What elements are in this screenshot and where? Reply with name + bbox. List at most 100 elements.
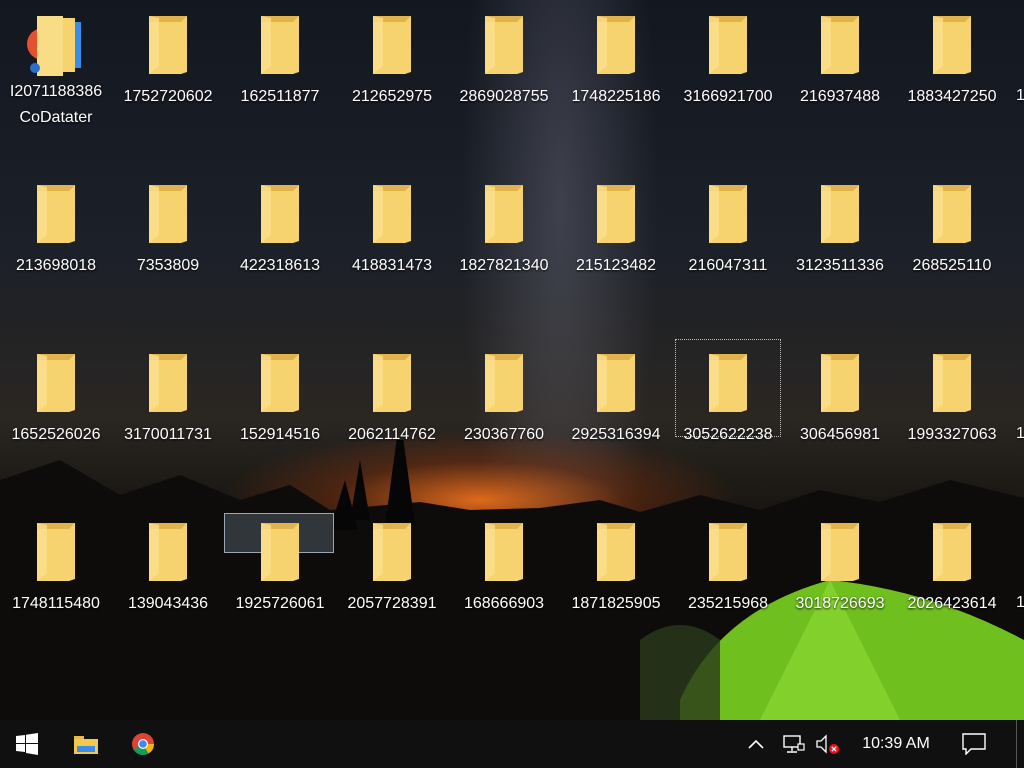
show-desktop-button[interactable] xyxy=(1016,720,1024,768)
folder-item[interactable]: 7353809 xyxy=(114,169,222,309)
folder-item[interactable]: 215123482 xyxy=(562,169,670,309)
folder-item[interactable]: 139043436 xyxy=(114,507,222,647)
icon-label: 152914516 xyxy=(239,426,321,443)
folder-item[interactable]: 1883427250 xyxy=(898,0,1006,140)
file-explorer-button[interactable] xyxy=(62,720,110,768)
action-center-button[interactable] xyxy=(950,720,998,768)
desktop[interactable]: I2071188386 CoDatater 1752720602 162511877 2… xyxy=(0,0,1024,720)
folder-icon xyxy=(483,14,525,76)
folder-icon xyxy=(595,521,637,583)
folder-item[interactable]: 213698018 xyxy=(2,169,110,309)
folder-item[interactable]: 2925316394 xyxy=(562,338,670,478)
folder-item[interactable]: 216047311 xyxy=(674,169,782,309)
folder-icon xyxy=(371,14,413,76)
folder-icon xyxy=(259,521,301,583)
folder-icon xyxy=(483,521,525,583)
folder-item[interactable]: 2062114762 xyxy=(338,338,446,478)
start-button[interactable] xyxy=(3,720,51,768)
icon-label: 2057728391 xyxy=(347,595,437,612)
taskbar: 10:39 AM xyxy=(0,720,1024,768)
icon-label: 2062114762 xyxy=(348,426,436,443)
icon-label: 1748115480 xyxy=(12,595,100,612)
folder-item[interactable]: 2026423614 xyxy=(898,507,1006,647)
folder-icon xyxy=(147,521,189,583)
icon-label: 1993327063 xyxy=(907,426,997,443)
folder-item[interactable]: 1871825905 xyxy=(562,507,670,647)
folder-icon xyxy=(707,183,749,245)
folder-item[interactable]: 235215968 xyxy=(674,507,782,647)
folder-item[interactable]: 3166921700 xyxy=(674,0,782,140)
icon-label: 212652975 xyxy=(351,88,433,105)
folder-icon xyxy=(371,521,413,583)
folder-item[interactable]: 3123511336 xyxy=(786,169,894,309)
icon-label: 230367760 xyxy=(463,426,545,443)
icon-label: 1652526026 xyxy=(11,426,101,443)
folder-icon xyxy=(35,521,77,583)
icon-label: 422318613 xyxy=(239,257,321,274)
icon-label: 2925316394 xyxy=(571,426,661,443)
folder-item[interactable]: 306456981 xyxy=(786,338,894,478)
icon-label: 1883427250 xyxy=(907,88,997,105)
folder-item[interactable]: 3170011731 xyxy=(114,338,222,478)
folder-item[interactable]: 162511877 xyxy=(226,0,334,140)
folder-item[interactable]: 1993327063 xyxy=(898,338,1006,478)
folder-item[interactable]: 1748225186 xyxy=(562,0,670,140)
folder-item[interactable]: 1748115480 xyxy=(2,507,110,647)
folder-icon xyxy=(371,183,413,245)
desktop-shortcut[interactable]: I2071188386 CoDatater xyxy=(2,0,110,140)
folder-icon xyxy=(931,14,973,76)
folder-icon xyxy=(147,183,189,245)
folder-icon xyxy=(707,352,749,414)
volume-button[interactable] xyxy=(808,720,848,768)
folder-icon xyxy=(931,352,973,414)
network-icon xyxy=(783,735,805,753)
icon-label: 216047311 xyxy=(688,257,768,274)
offscreen-label-fragment: 1 xyxy=(1016,594,1024,611)
folder-item[interactable]: 152914516 xyxy=(226,338,334,478)
folder-item[interactable]: 230367760 xyxy=(450,338,558,478)
icon-label: 139043436 xyxy=(127,595,209,612)
folder-item[interactable]: 268525110 xyxy=(898,169,1006,309)
folder-item[interactable]: 1652526026 xyxy=(2,338,110,478)
folder-item[interactable]: 216937488 xyxy=(786,0,894,140)
folder-icon xyxy=(259,14,301,76)
folder-icon xyxy=(595,352,637,414)
icon-label: 418831473 xyxy=(351,257,433,274)
folder-item[interactable]: 2057728391 xyxy=(338,507,446,647)
folder-icon xyxy=(259,183,301,245)
folder-icon xyxy=(147,352,189,414)
icon-label: 213698018 xyxy=(15,257,97,274)
shortcut-overlap-icon xyxy=(27,14,81,76)
icon-label: 3123511336 xyxy=(796,257,884,274)
icon-label: 268525110 xyxy=(912,257,992,274)
icon-label: 3166921700 xyxy=(683,88,773,105)
icon-label: 1748225186 xyxy=(571,88,661,105)
icon-label: 168666903 xyxy=(463,595,545,612)
offscreen-label-fragment: 1 xyxy=(1016,425,1024,442)
folder-icon xyxy=(819,352,861,414)
folder-icon xyxy=(595,183,637,245)
folder-item[interactable]: 1827821340 xyxy=(450,169,558,309)
chrome-icon xyxy=(132,733,154,755)
icon-label: 3170011731 xyxy=(124,426,212,443)
icon-label: 1925726061 xyxy=(235,595,325,612)
folder-item[interactable]: 2869028755 xyxy=(450,0,558,140)
folder-icon xyxy=(819,521,861,583)
folder-item[interactable]: 3052622238 xyxy=(674,338,782,443)
folder-item[interactable]: 212652975 xyxy=(338,0,446,140)
folder-item[interactable]: 418831473 xyxy=(338,169,446,309)
folder-icon xyxy=(931,521,973,583)
folder-item[interactable]: 1925726061 xyxy=(226,507,334,647)
folder-icon xyxy=(371,352,413,414)
folder-icon xyxy=(595,14,637,76)
chevron-up-icon xyxy=(748,739,764,749)
folder-icon xyxy=(35,352,77,414)
folder-item[interactable]: 422318613 xyxy=(226,169,334,309)
folder-item[interactable]: 168666903 xyxy=(450,507,558,647)
chrome-button[interactable] xyxy=(119,720,167,768)
icon-label: 1752720602 xyxy=(123,88,213,105)
folder-item[interactable]: 3018726693 xyxy=(786,507,894,647)
icon-label: I2071188386 xyxy=(9,83,103,100)
folder-item[interactable]: 1752720602 xyxy=(114,0,222,140)
clock[interactable]: 10:39 AM xyxy=(848,720,944,768)
